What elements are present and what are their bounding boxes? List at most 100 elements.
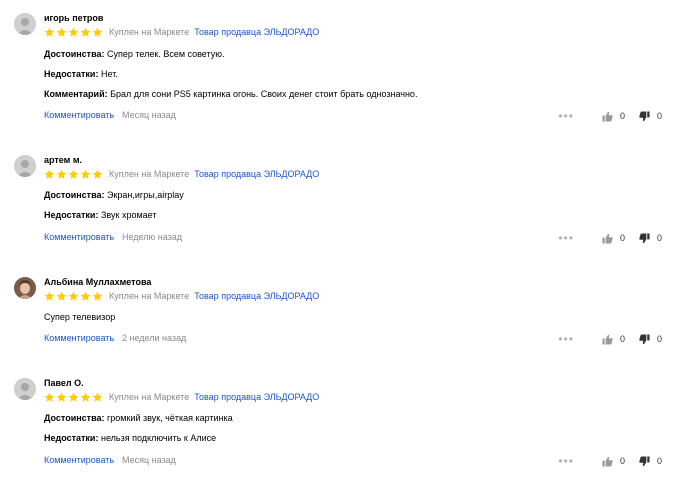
comment-button[interactable]: Комментировать [44,455,114,465]
cons-line: Недостатки: нельзя подключить к Алисе [44,433,216,443]
seller-link[interactable]: Товар продавца ЭЛЬДОРАДО [194,27,319,37]
star-icon [56,27,67,37]
review-actions: ••• 0 0 [558,455,662,467]
rating-stars [44,169,103,180]
more-icon[interactable]: ••• [558,455,574,467]
star-icon [80,392,91,402]
pros-line: Достоинства: Супер телек. Всем советую. [44,49,225,59]
dislike-button[interactable]: 0 [639,455,662,467]
dislike-count: 0 [656,334,662,344]
like-count: 0 [619,334,625,344]
star-icon [44,392,55,402]
review-actions: ••• 0 0 [558,333,662,345]
dislike-button[interactable]: 0 [639,110,662,122]
cons-text: Звук хромает [100,210,157,220]
review-time: Неделю назад [122,232,183,242]
pros-label: Достоинства: [44,49,105,59]
review-time: 2 недели назад [122,333,187,343]
star-icon [44,27,55,37]
like-button[interactable]: 0 [602,456,625,467]
pros-text: Супер телек. Всем советую. [107,49,225,59]
review-meta: Куплен на Маркете Товар продавца ЭЛЬДОРА… [44,290,319,302]
more-icon[interactable]: ••• [558,232,574,244]
cons-label: Недостатки: [44,210,99,220]
cons-label: Недостатки: [44,433,99,443]
comment-text: Брал для сони PS5 картинка огонь. Своих … [110,89,418,99]
review-author[interactable]: артем м. [44,155,82,165]
like-count: 0 [619,111,625,121]
star-icon [92,169,103,179]
dislike-count: 0 [656,456,662,466]
review-text: Супер телевизор [44,312,116,322]
review-meta: Куплен на Маркете Товар продавца ЭЛЬДОРА… [44,168,319,180]
cons-label: Недостатки: [44,69,99,79]
like-button[interactable]: 0 [602,334,625,345]
like-count: 0 [619,456,625,466]
avatar[interactable] [14,277,36,299]
avatar[interactable] [14,155,36,177]
review-footer: Комментировать Неделю назад ••• 0 0 [44,232,662,244]
review-actions: ••• 0 0 [558,110,662,122]
rating-stars [44,291,103,302]
star-icon [80,169,91,179]
thumbs-up-icon [602,334,613,345]
star-icon [80,291,91,301]
like-button[interactable]: 0 [602,233,625,244]
cons-text: Нет. [100,69,118,79]
bought-badge: Куплен на Маркете [109,291,190,301]
review-time: Месяц назад [122,110,176,120]
review-author[interactable]: игорь петров [44,13,103,23]
review-footer: Комментировать 2 недели назад ••• 0 0 [44,333,662,345]
dislike-button[interactable]: 0 [639,232,662,244]
review-time: Месяц назад [122,455,176,465]
star-icon [44,169,55,179]
star-icon [92,291,103,301]
star-icon [56,291,67,301]
review-actions: ••• 0 0 [558,232,662,244]
review-author[interactable]: Павел О. [44,378,84,388]
comment-button[interactable]: Комментировать [44,110,114,120]
seller-link[interactable]: Товар продавца ЭЛЬДОРАДО [194,291,319,301]
dislike-button[interactable]: 0 [639,333,662,345]
star-icon [68,291,79,301]
like-count: 0 [619,233,625,243]
more-icon[interactable]: ••• [558,110,574,122]
star-icon [68,392,79,402]
cons-line: Недостатки: Нет. [44,69,118,79]
bought-badge: Куплен на Маркете [109,27,190,37]
star-icon [68,169,79,179]
pros-line: Достоинства: громкий звук, чёткая картин… [44,413,233,423]
dislike-count: 0 [656,111,662,121]
thumbs-up-icon [602,111,613,122]
star-icon [44,291,55,301]
star-icon [92,27,103,37]
comment-label: Комментарий: [44,89,108,99]
thumbs-down-icon [639,232,650,244]
thumbs-down-icon [639,110,650,122]
like-button[interactable]: 0 [602,111,625,122]
pros-label: Достоинства: [44,413,105,423]
more-icon[interactable]: ••• [558,333,574,345]
star-icon [80,27,91,37]
pros-line: Достоинства: Экран,игры,airplay [44,190,184,200]
comment-button[interactable]: Комментировать [44,333,114,343]
star-icon [92,392,103,402]
bought-badge: Куплен на Маркете [109,392,190,402]
bought-badge: Куплен на Маркете [109,169,190,179]
pros-text: громкий звук, чёткая картинка [107,413,233,423]
star-icon [68,27,79,37]
review-meta: Куплен на Маркете Товар продавца ЭЛЬДОРА… [44,26,319,38]
thumbs-up-icon [602,233,613,244]
pros-text: Экран,игры,airplay [107,190,184,200]
avatar[interactable] [14,13,36,35]
comment-line: Комментарий: Брал для сони PS5 картинка … [44,89,417,99]
seller-link[interactable]: Товар продавца ЭЛЬДОРАДО [194,392,319,402]
comment-button[interactable]: Комментировать [44,232,114,242]
review-author[interactable]: Альбина Муллахметова [44,277,151,287]
avatar[interactable] [14,378,36,400]
review-meta: Куплен на Маркете Товар продавца ЭЛЬДОРА… [44,391,319,403]
pros-label: Достоинства: [44,190,105,200]
seller-link[interactable]: Товар продавца ЭЛЬДОРАДО [194,169,319,179]
thumbs-down-icon [639,455,650,467]
star-icon [56,392,67,402]
